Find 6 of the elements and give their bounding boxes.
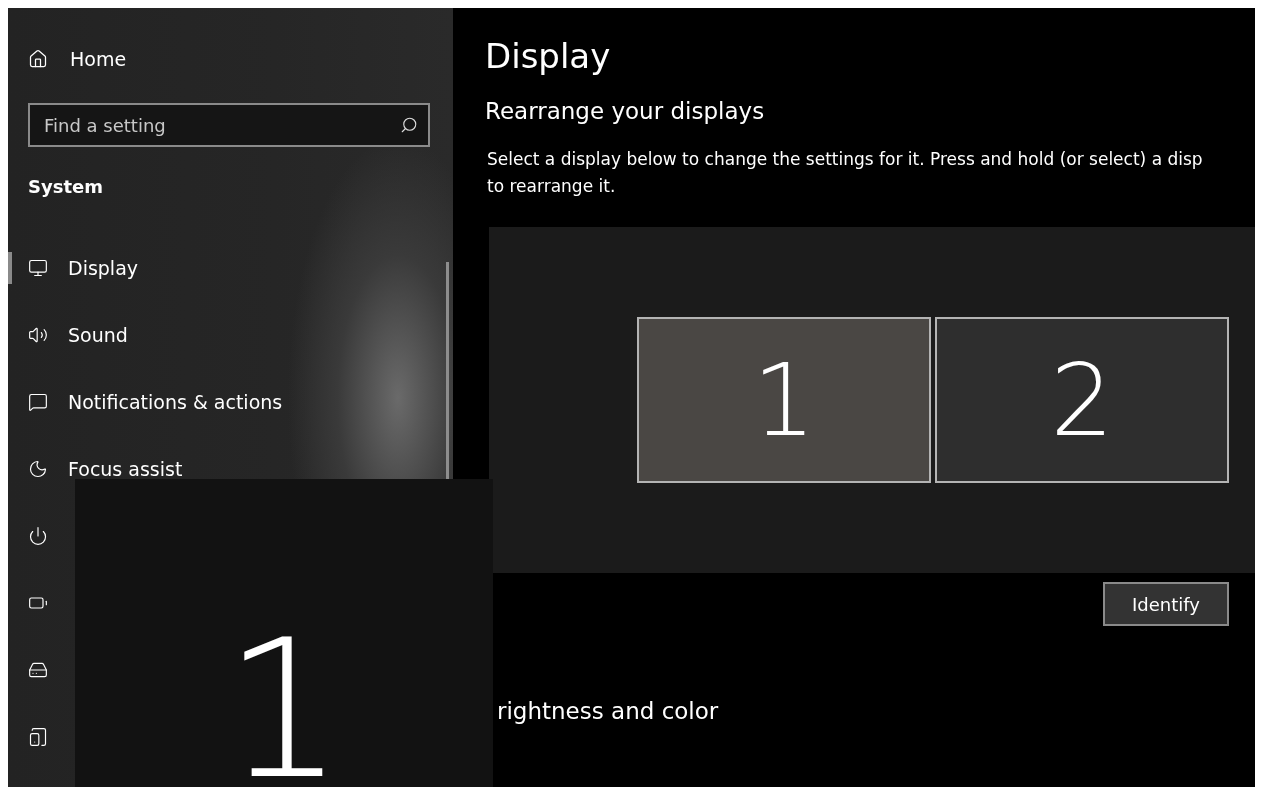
description-text: Select a display below to change the settings for it. Press and hold (or select) a disp to rearrange it. [487,148,1203,198]
display-number: 1 [223,620,345,787]
page-title: Display [485,36,611,76]
section-heading: rightness and color [497,698,719,724]
section-heading: System [28,176,103,197]
section-heading: Rearrange your displays [485,98,765,124]
